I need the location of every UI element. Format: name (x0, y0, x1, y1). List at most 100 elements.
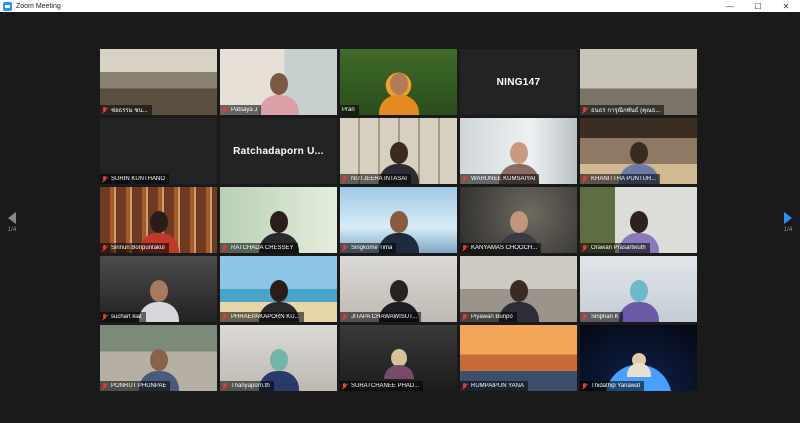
participant-tile[interactable]: RATCHADA CRESSEY (220, 187, 337, 253)
participant-tile[interactable]: Ratchadaporn U... (220, 118, 337, 184)
page-indicator-left: 1/4 (7, 227, 17, 233)
name-label: suchart kiat (100, 312, 146, 322)
participant-name: NUTJEERA INTASAI (351, 176, 407, 182)
name-label: NUTJEERA INTASAI (340, 174, 411, 184)
participant-tile[interactable]: SURIN KUNTHANO (100, 118, 217, 184)
participant-tile[interactable]: Thidathip Yanawat (580, 325, 697, 391)
participant-name: RATCHADA CRESSEY (231, 245, 294, 251)
muted-mic-icon (342, 313, 348, 321)
name-label: KHANITTHA PUNTUR... (580, 174, 661, 184)
participant-name: RUMPAIPUN YANA (471, 383, 525, 389)
participant-tile[interactable]: Patsaya J (220, 49, 337, 115)
muted-mic-icon (462, 313, 468, 321)
gallery-view: 1/4 ช่อธรรม ชน... Patsaya J Pran NING147… (0, 12, 800, 423)
participant-tile[interactable]: Siriphan K (580, 256, 697, 322)
participant-name: Patsaya J (231, 107, 258, 113)
name-label: ธนธร การุณิกพันธ์ (คุณธ... (580, 105, 665, 115)
participant-tile[interactable]: Thanyaporn.th (220, 325, 337, 391)
participant-tile[interactable]: Sirinun Boripuntakul (100, 187, 217, 253)
page-indicator-right: 1/4 (783, 227, 793, 233)
participant-name: WARUNEE KUMSAIYAI (471, 176, 536, 182)
name-label: Piyawan Bunpo (460, 312, 517, 322)
name-label: Thanyaporn.th (220, 381, 274, 391)
name-label: Siriphan K (580, 312, 623, 322)
name-label: Orawan Prasartwuth (580, 243, 650, 253)
muted-mic-icon (582, 313, 588, 321)
participant-name: ธนธร การุณิกพันธ์ (คุณธ... (591, 108, 661, 114)
next-page-nav[interactable]: 1/4 (776, 212, 800, 233)
muted-mic-icon (462, 175, 468, 183)
name-label: Sirinun Boripuntakul (100, 243, 169, 253)
participant-name: KANYAMAS CHOOCH... (471, 245, 538, 251)
participant-name: ช่อธรรม ชน... (111, 108, 148, 114)
muted-mic-icon (102, 382, 108, 390)
participant-tile[interactable]: Orawan Prasartwuth (580, 187, 697, 253)
muted-mic-icon (102, 175, 108, 183)
participant-name-large: NING147 (496, 76, 541, 88)
participant-name: Pran (342, 107, 355, 113)
window-title: Zoom Meeting (16, 2, 61, 10)
muted-mic-icon (462, 244, 468, 252)
name-label: SURIN KUNTHANO (100, 174, 170, 184)
participant-tile[interactable]: KHANITTHA PUNTUR... (580, 118, 697, 184)
minimize-button[interactable]: — (716, 0, 744, 12)
participant-name: Thidathip Yanawat (591, 383, 641, 389)
participant-grid: ช่อธรรม ชน... Patsaya J Pran NING147 ธนธ… (100, 49, 699, 391)
participant-name: Sirinun Boripuntakul (111, 245, 165, 251)
participant-tile[interactable]: PHRAEPAKAPORN KU... (220, 256, 337, 322)
muted-mic-icon (222, 106, 228, 114)
name-label: Patsaya J (220, 105, 262, 115)
participant-tile[interactable]: RUMPAIPUN YANA (460, 325, 577, 391)
participant-name: JITAPA CHAWAWISUT... (351, 314, 418, 320)
participant-name: KHANITTHA PUNTUR... (591, 176, 657, 182)
participant-name: SURATCHANEE PHAD... (351, 383, 420, 389)
name-label: RUMPAIPUN YANA (460, 381, 529, 391)
participant-tile[interactable]: Piyawan Bunpo (460, 256, 577, 322)
muted-mic-icon (342, 382, 348, 390)
participant-name: Piyawan Bunpo (471, 314, 513, 320)
participant-tile[interactable]: PONRUT PHUNPAE (100, 325, 217, 391)
name-label: SURATCHANEE PHAD... (340, 381, 424, 391)
muted-mic-icon (222, 313, 228, 321)
name-label: PONRUT PHUNPAE (100, 381, 171, 391)
muted-mic-icon (582, 244, 588, 252)
muted-mic-icon (582, 175, 588, 183)
muted-mic-icon (582, 106, 588, 114)
name-label: PHRAEPAKAPORN KU... (220, 312, 304, 322)
participant-tile[interactable]: Singkome Tima (340, 187, 457, 253)
muted-mic-icon (342, 244, 348, 252)
name-label: Thidathip Yanawat (580, 381, 645, 391)
muted-mic-icon (582, 382, 588, 390)
participant-tile[interactable]: WARUNEE KUMSAIYAI (460, 118, 577, 184)
participant-tile-active-speaker[interactable]: Pran (340, 49, 457, 115)
participant-name-large: Ratchadaporn U... (233, 145, 324, 157)
chevron-left-icon[interactable] (8, 212, 16, 224)
muted-mic-icon (462, 382, 468, 390)
participant-name: suchart kiat (111, 314, 142, 320)
name-label: ช่อธรรม ชน... (100, 105, 152, 115)
previous-page-nav[interactable]: 1/4 (0, 212, 24, 233)
participant-tile[interactable]: ช่อธรรม ชน... (100, 49, 217, 115)
maximize-button[interactable]: ☐ (744, 0, 772, 12)
participant-name: Thanyaporn.th (231, 383, 270, 389)
muted-mic-icon (102, 106, 108, 114)
close-button[interactable]: ✕ (772, 0, 800, 12)
window-titlebar: Zoom Meeting — ☐ ✕ (0, 0, 800, 12)
participant-tile[interactable]: ธนธร การุณิกพันธ์ (คุณธ... (580, 49, 697, 115)
participant-name: SURIN KUNTHANO (111, 176, 166, 182)
name-label: Pran (340, 105, 359, 115)
participant-tile[interactable]: JITAPA CHAWAWISUT... (340, 256, 457, 322)
participant-tile[interactable]: suchart kiat (100, 256, 217, 322)
participant-tile[interactable]: SURATCHANEE PHAD... (340, 325, 457, 391)
participant-tile[interactable]: KANYAMAS CHOOCH... (460, 187, 577, 253)
name-label: KANYAMAS CHOOCH... (460, 243, 542, 253)
name-label: JITAPA CHAWAWISUT... (340, 312, 422, 322)
participant-tile[interactable]: NING147 (460, 49, 577, 115)
name-label: Singkome Tima (340, 243, 397, 253)
window-controls: — ☐ ✕ (716, 0, 800, 12)
participant-name: PONRUT PHUNPAE (111, 383, 167, 389)
participant-name: Orawan Prasartwuth (591, 245, 646, 251)
participant-name: PHRAEPAKAPORN KU... (231, 314, 300, 320)
chevron-right-icon[interactable] (784, 212, 792, 224)
participant-tile[interactable]: NUTJEERA INTASAI (340, 118, 457, 184)
